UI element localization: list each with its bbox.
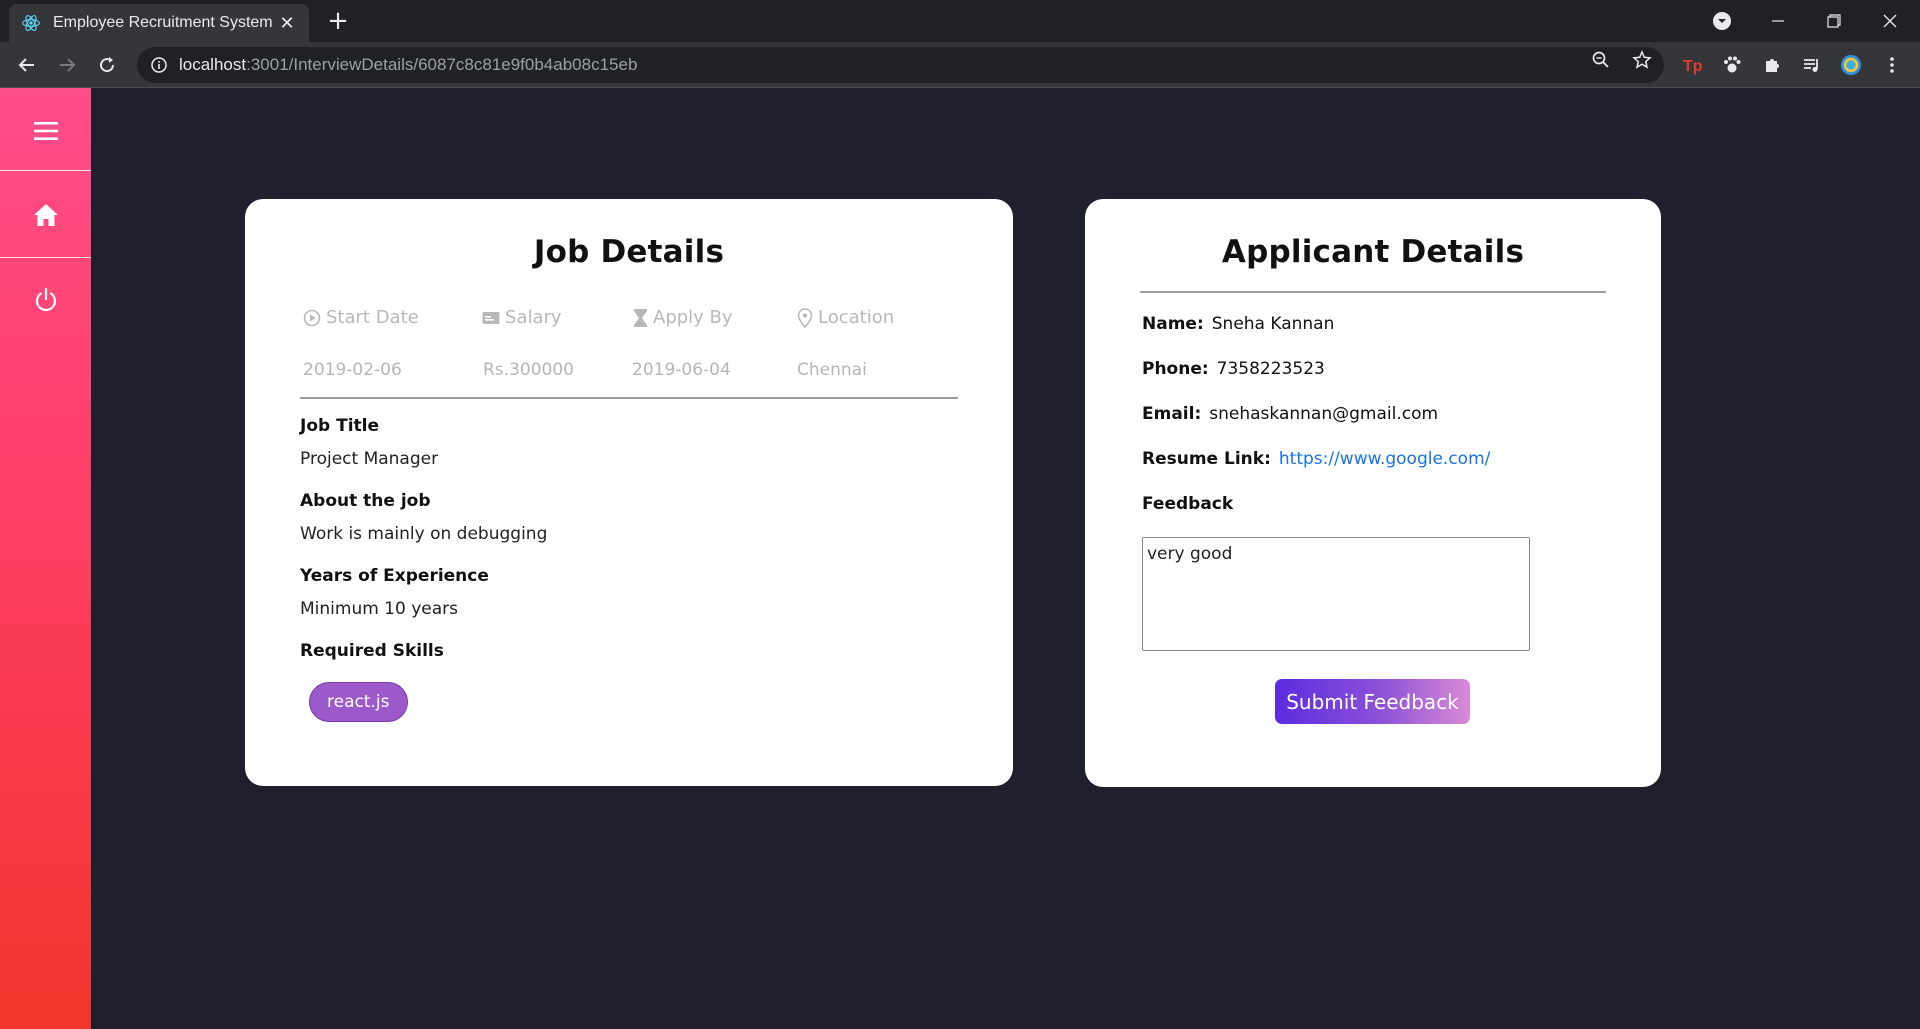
react-logo-icon [22, 15, 40, 31]
close-window-icon[interactable] [1866, 0, 1914, 42]
location-pin-icon [797, 307, 813, 328]
profile-avatar-icon[interactable] [1840, 54, 1862, 76]
home-icon[interactable] [0, 198, 91, 232]
applicant-email-row: Email: snehaskannan@gmail.com [1142, 404, 1438, 424]
extensions-puzzle-icon[interactable] [1762, 54, 1784, 76]
forward-icon[interactable] [52, 50, 82, 80]
tab-close-icon[interactable]: ✕ [277, 13, 297, 34]
sidebar-divider [0, 257, 91, 258]
skills-label: Required Skills [300, 641, 444, 661]
applicant-name-row: Name: Sneha Kannan [1142, 314, 1334, 334]
applicant-details-title: Applicant Details [1221, 234, 1525, 270]
power-logout-icon[interactable] [0, 283, 91, 317]
location-value: Chennai [797, 360, 867, 380]
browser-toolbar: localhost:3001/InterviewDetails/6087c8c8… [0, 42, 1920, 88]
meta-label: Start Date [326, 307, 419, 328]
start-date-value: 2019-02-06 [303, 360, 402, 380]
name-value: Sneha Kannan [1211, 314, 1335, 334]
meta-salary: Salary [482, 307, 562, 328]
browser-menu-icon[interactable] [1881, 54, 1903, 76]
job-details-title: Job Details [533, 234, 725, 270]
play-circle-icon [303, 309, 321, 326]
apply-by-value: 2019-06-04 [632, 360, 731, 380]
phone-label: Phone: [1142, 359, 1209, 379]
back-icon[interactable] [12, 50, 42, 80]
extension-paw-icon[interactable] [1721, 54, 1743, 76]
experience-value: Minimum 10 years [300, 599, 459, 619]
meta-apply-by: Apply By [633, 307, 733, 328]
meta-location: Location [797, 307, 894, 328]
extension-tp-icon[interactable]: Tp [1681, 54, 1703, 76]
meta-start-date: Start Date [303, 307, 419, 328]
minimize-icon[interactable] [1754, 0, 1802, 42]
name-label: Name: [1142, 314, 1204, 334]
sidebar-divider [0, 170, 91, 171]
applicant-resume-row: Resume Link: https://www.google.com/ [1142, 449, 1490, 469]
applicant-phone-row: Phone: 7358223523 [1142, 359, 1325, 379]
svg-text:Tp: Tp [1683, 58, 1703, 75]
bookmark-star-icon[interactable] [1632, 50, 1652, 70]
tab-search-icon[interactable] [1712, 11, 1732, 31]
tab-title: Employee Recruitment System [53, 14, 273, 31]
submit-feedback-button[interactable]: Submit Feedback [1275, 679, 1470, 724]
job-title-label: Job Title [300, 416, 379, 436]
meta-label: Location [818, 307, 895, 328]
money-icon [482, 311, 500, 324]
phone-value: 7358223523 [1216, 359, 1325, 379]
info-icon[interactable] [151, 57, 167, 73]
job-divider [300, 397, 958, 399]
feedback-textarea[interactable] [1142, 537, 1530, 651]
meta-label: Salary [505, 307, 562, 328]
url-path: :3001/InterviewDetails/6087c8c81e9f0b4ab… [246, 55, 638, 74]
sidebar [0, 88, 91, 1029]
zoom-icon[interactable] [1591, 50, 1611, 70]
skill-chip: react.js [309, 682, 408, 722]
resume-label: Resume Link: [1142, 449, 1271, 469]
url-text: localhost:3001/InterviewDetails/6087c8c8… [179, 55, 637, 75]
feedback-label: Feedback [1142, 494, 1234, 514]
about-job-label: About the job [300, 491, 431, 511]
browser-tab[interactable]: Employee Recruitment System ✕ [9, 4, 309, 42]
new-tab-button[interactable]: + [324, 8, 352, 36]
salary-value: Rs.300000 [483, 360, 574, 380]
hamburger-menu-icon[interactable] [0, 114, 91, 148]
restore-icon[interactable] [1810, 0, 1858, 42]
meta-label: Apply By [653, 307, 733, 328]
hourglass-icon [634, 308, 647, 327]
email-value: snehaskannan@gmail.com [1209, 404, 1439, 424]
resume-link[interactable]: https://www.google.com/ [1279, 449, 1491, 469]
about-job-value: Work is mainly on debugging [300, 524, 548, 544]
reload-icon[interactable] [92, 50, 122, 80]
url-host: localhost [179, 55, 247, 74]
toolbar-divider [0, 87, 1920, 88]
experience-label: Years of Experience [300, 566, 489, 586]
applicant-divider [1140, 291, 1606, 293]
email-label: Email: [1142, 404, 1202, 424]
media-playlist-icon[interactable] [1801, 54, 1823, 76]
address-bar[interactable]: localhost:3001/InterviewDetails/6087c8c8… [137, 47, 1664, 83]
job-title-value: Project Manager [300, 449, 439, 469]
browser-tab-bar: Employee Recruitment System ✕ + [0, 0, 1920, 42]
feedback-label-row: Feedback [1142, 494, 1241, 514]
